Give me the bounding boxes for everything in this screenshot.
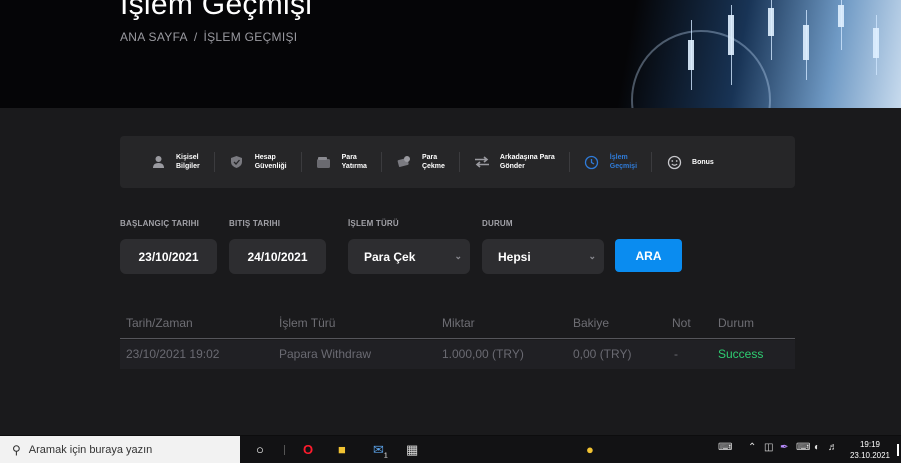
- tab-transaction-history-label: İşlem Geçmişi: [609, 154, 638, 170]
- start-date-value: 23/10/2021: [138, 249, 199, 264]
- volume-icon[interactable]: ♬: [828, 442, 838, 453]
- column-header-date[interactable]: Tarih/Zaman: [126, 316, 193, 330]
- status-label: DURUM: [482, 219, 513, 228]
- table-header-divider: [120, 338, 795, 339]
- end-date-field[interactable]: 24/10/2021: [229, 239, 326, 274]
- chevron-down-icon: ⌄: [588, 251, 596, 261]
- calculator-icon[interactable]: ▦: [406, 442, 418, 458]
- taskbar-clock[interactable]: 19:19 23.10.2021: [848, 439, 892, 461]
- transaction-type-select[interactable]: Para Çek ⌄: [348, 239, 470, 274]
- tab-deposit-label: Para Yatırma: [341, 154, 367, 170]
- transaction-type-value: Para Çek: [364, 249, 416, 264]
- windows-taskbar: ⚲ Aramak için buraya yazın ○ O ■ ✉1 ▦ ● …: [0, 435, 901, 463]
- keyboard-icon[interactable]: ⌨: [718, 442, 732, 453]
- person-icon: [150, 154, 166, 170]
- chevron-down-icon: ⌄: [454, 251, 462, 261]
- wifi-icon[interactable]: ◐: [814, 442, 820, 453]
- column-header-status[interactable]: Durum: [718, 316, 754, 330]
- breadcrumb-home[interactable]: ANA SAYFA: [120, 30, 188, 44]
- taskbar-search-input[interactable]: ⚲ Aramak için buraya yazın: [0, 436, 240, 463]
- history-icon: [584, 154, 600, 170]
- tab-bonus-label: Bonus: [692, 158, 714, 166]
- opera-browser-icon[interactable]: O: [303, 442, 313, 458]
- row-date: 23/10/2021 19:02: [126, 347, 220, 361]
- column-header-note[interactable]: Not: [672, 316, 691, 330]
- tab-send-to-friend-label: Arkadaşına Para Gönder: [499, 154, 555, 170]
- wallet-icon: [316, 154, 332, 170]
- tab-send-to-friend[interactable]: Arkadaşına Para Gönder: [460, 136, 569, 188]
- tab-account-security[interactable]: Hesap Güvenliği: [215, 136, 301, 188]
- breadcrumb-current: İŞLEM GEÇMIŞI: [203, 30, 298, 44]
- tab-withdraw-label: Para Çekme: [421, 154, 445, 170]
- search-button[interactable]: ARA: [615, 239, 682, 272]
- row-type: Papara Withdraw: [279, 347, 372, 361]
- clock-time: 19:19: [859, 440, 881, 449]
- chevron-up-icon[interactable]: ⌃: [748, 442, 756, 453]
- start-date-label: BAŞLANGIÇ TARIHI: [120, 219, 200, 228]
- column-header-balance[interactable]: Bakiye: [573, 316, 609, 330]
- row-amount: 1.000,00 (TRY): [442, 347, 524, 361]
- cash-icon: [396, 154, 412, 170]
- hero-chart-image: [541, 0, 901, 108]
- tab-personal-info-label: Kişisel Bilgiler: [176, 154, 200, 170]
- meet-now-icon[interactable]: ◫: [764, 442, 773, 453]
- mail-badge: 1: [383, 452, 388, 460]
- row-balance: 0,00 (TRY): [573, 347, 632, 361]
- taskbar-search-placeholder: Aramak için buraya yazın: [28, 444, 153, 456]
- transfer-icon: [474, 154, 490, 170]
- status-value: Hepsi: [498, 249, 531, 264]
- breadcrumb-separator: /: [193, 30, 198, 44]
- row-note: -: [674, 347, 678, 361]
- smile-icon: [666, 154, 682, 170]
- input-method-icon[interactable]: ⌨: [796, 442, 810, 453]
- taskbar-divider: [284, 445, 285, 455]
- status-select[interactable]: Hepsi ⌄: [482, 239, 604, 274]
- row-status-badge: Success: [718, 347, 764, 361]
- file-explorer-icon[interactable]: ■: [338, 442, 346, 458]
- tab-withdraw[interactable]: Para Çekme: [382, 136, 459, 188]
- tab-transaction-history[interactable]: İşlem Geçmişi: [570, 136, 651, 188]
- transaction-type-label: İŞLEM TÜRÜ: [348, 219, 399, 228]
- search-icon: ⚲: [12, 443, 21, 457]
- hero-banner: İşlem Geçmişi ANA SAYFA / İŞLEM GEÇMIŞI: [0, 0, 901, 108]
- account-tabs: Kişisel Bilgiler Hesap Güvenliği Para Ya…: [120, 136, 795, 188]
- tab-account-security-label: Hesap Güvenliği: [254, 154, 287, 170]
- tab-deposit[interactable]: Para Yatırma: [302, 136, 381, 188]
- show-desktop-button[interactable]: [897, 444, 899, 456]
- column-header-type[interactable]: İşlem Türü: [279, 316, 335, 330]
- page: İşlem Geçmişi ANA SAYFA / İŞLEM GEÇMIŞI Ki…: [0, 0, 901, 463]
- pen-icon[interactable]: ✒: [780, 442, 788, 453]
- breadcrumb: ANA SAYFA / İŞLEM GEÇMIŞI: [120, 30, 297, 44]
- clock-date: 23.10.2021: [849, 451, 891, 460]
- end-date-value: 24/10/2021: [247, 249, 308, 264]
- shield-icon: [229, 154, 245, 170]
- cortana-icon[interactable]: ○: [256, 442, 264, 458]
- mail-icon[interactable]: ✉1: [373, 442, 388, 463]
- column-header-amount[interactable]: Miktar: [442, 316, 475, 330]
- tab-bonus[interactable]: Bonus: [652, 136, 728, 188]
- help-icon[interactable]: ●: [586, 442, 594, 458]
- tab-personal-info[interactable]: Kişisel Bilgiler: [136, 136, 214, 188]
- page-title: İşlem Geçmişi: [120, 0, 313, 21]
- start-date-field[interactable]: 23/10/2021: [120, 239, 217, 274]
- end-date-label: BITIŞ TARIHI: [229, 219, 281, 228]
